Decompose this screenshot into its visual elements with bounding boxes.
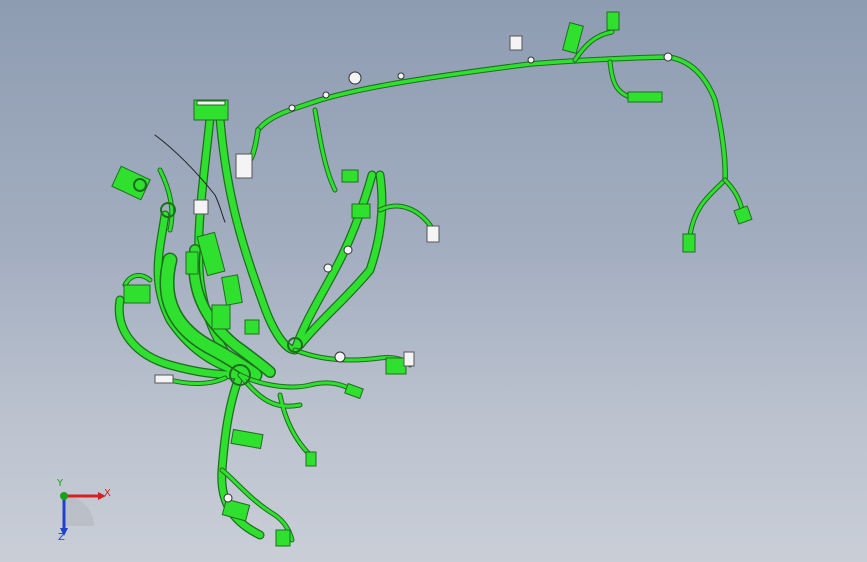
connectors [111, 11, 753, 547]
triad-y-label: Y [57, 478, 64, 489]
clip-2 [397, 72, 405, 80]
connector-center-2[interactable] [221, 274, 243, 306]
connector-far-right-2[interactable] [733, 205, 753, 225]
triad-z-label: Z [58, 532, 65, 543]
connector-bottom-1[interactable] [221, 498, 251, 522]
clip-9 [334, 351, 346, 363]
connector-left-white[interactable] [154, 374, 174, 384]
connector-right-low-white[interactable] [403, 351, 415, 367]
upper-branch [237, 29, 745, 238]
clip-5 [288, 104, 296, 112]
coordinate-triad: X Y Z [40, 476, 120, 546]
triad-x-label: X [104, 488, 111, 499]
clip-10 [223, 493, 233, 503]
connector-label-strip [196, 100, 226, 106]
connector-center-4[interactable] [185, 251, 199, 275]
connector-center-3[interactable] [211, 304, 231, 330]
connector-right-white[interactable] [426, 225, 440, 243]
clip-8 [323, 263, 333, 273]
connector-left-mid[interactable] [123, 284, 151, 304]
connector-far-right-1[interactable] [682, 233, 696, 253]
connector-right-low[interactable] [385, 357, 407, 375]
clips [223, 52, 673, 503]
connector-left-upper[interactable] [111, 165, 151, 201]
connector-white-block[interactable] [235, 153, 253, 179]
connector-bottom-2[interactable] [275, 529, 291, 547]
clip-4 [663, 52, 673, 62]
connector-sensor-white[interactable] [193, 199, 209, 215]
connector-right-branch[interactable] [627, 91, 663, 103]
connector-upper-mid-2[interactable] [351, 203, 371, 219]
connector-small-1[interactable] [244, 319, 260, 335]
connector-lower-right[interactable] [344, 382, 364, 400]
wiring-harness-model[interactable] [0, 0, 867, 562]
clip-6 [322, 91, 330, 99]
triad-axes-icon [60, 492, 106, 536]
connector-lower-left[interactable] [230, 428, 264, 450]
connector-top-white[interactable] [509, 35, 523, 51]
connector-upper-mid-1[interactable] [341, 169, 359, 183]
graphics-viewport[interactable]: X Y Z [0, 0, 867, 562]
clip-7 [343, 245, 353, 255]
clip-3 [527, 56, 535, 64]
clip-1 [348, 71, 362, 85]
connector-top-right-1[interactable] [606, 11, 620, 31]
connector-lower-mid[interactable] [305, 451, 317, 467]
